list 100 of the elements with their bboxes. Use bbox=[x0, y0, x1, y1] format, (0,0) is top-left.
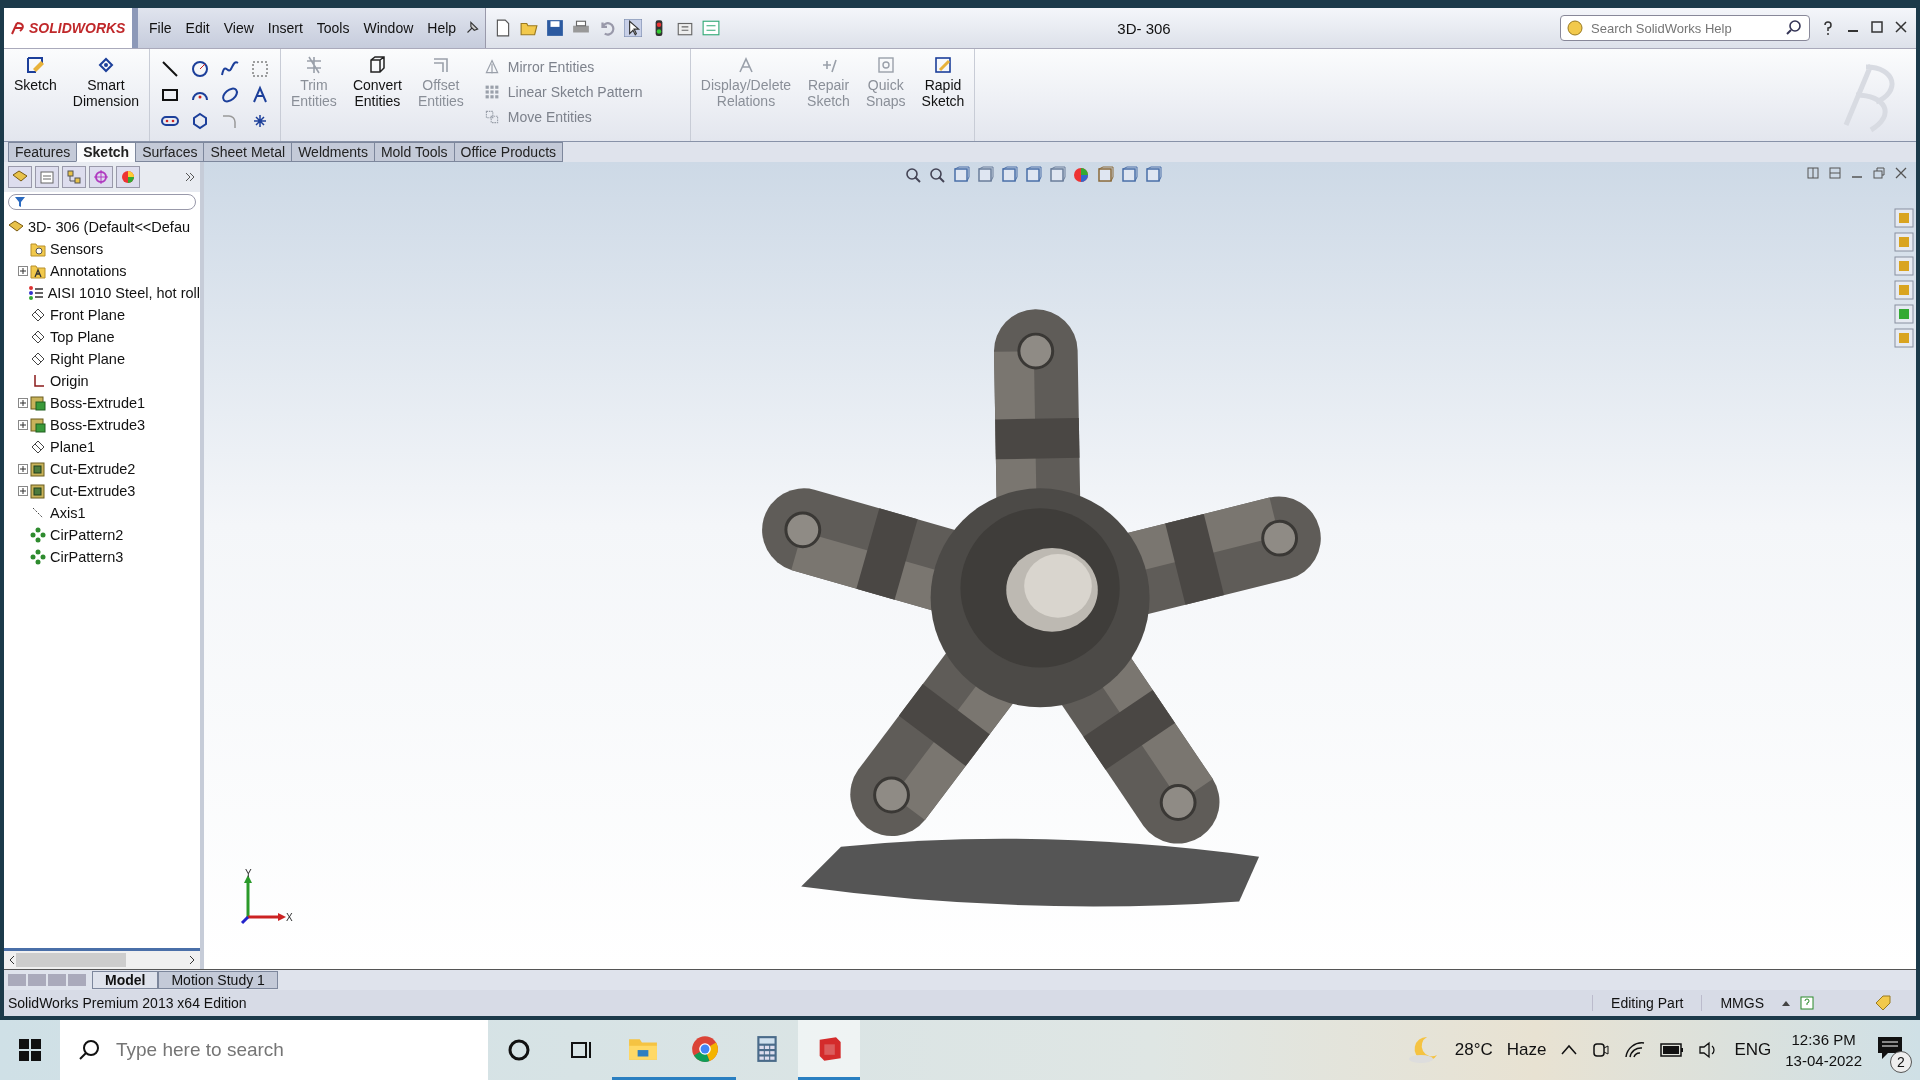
target-tab-icon[interactable] bbox=[89, 166, 113, 188]
hide-show-icon[interactable] bbox=[1048, 166, 1066, 184]
dimension-tool-button[interactable]: Smart Dimension bbox=[66, 53, 145, 111]
move-icon bbox=[483, 109, 500, 125]
taskbar-search-field[interactable]: Type here to search bbox=[114, 1038, 488, 1062]
select-pointer-icon[interactable] bbox=[624, 19, 643, 37]
tree-root[interactable]: 3D- 306 (Default<<Defau bbox=[28, 219, 190, 235]
ribbon-tab[interactable]: Sketch bbox=[76, 142, 137, 162]
scroll-right-icon[interactable] bbox=[188, 955, 196, 965]
menu-item[interactable]: Edit bbox=[178, 20, 217, 36]
tile-horizontal-icon[interactable] bbox=[1806, 166, 1820, 180]
taskbar-search-box[interactable]: Type here to search bbox=[60, 1020, 488, 1080]
windows-start-icon[interactable] bbox=[19, 1039, 41, 1061]
expand-plus-icon[interactable] bbox=[18, 486, 28, 496]
ribbon-tab[interactable]: Features bbox=[8, 142, 78, 162]
save-icon[interactable] bbox=[546, 19, 565, 37]
circle-tool-icon[interactable] bbox=[189, 59, 210, 79]
task-view-icon[interactable] bbox=[569, 1039, 593, 1061]
window-title: 3D- 306 bbox=[1116, 19, 1172, 37]
plane-icon bbox=[30, 307, 46, 323]
property-tab-icon[interactable] bbox=[35, 166, 59, 188]
tree-item[interactable]: AISI 1010 Steel, hot roll bbox=[47, 285, 200, 301]
cortana-circle-icon[interactable] bbox=[508, 1039, 530, 1061]
tree-item[interactable]: Cut-Extrude2 bbox=[50, 461, 136, 477]
maximize-icon[interactable] bbox=[1870, 20, 1884, 34]
menu-item[interactable]: View bbox=[216, 20, 261, 36]
tree-item[interactable]: Boss-Extrude1 bbox=[50, 395, 146, 411]
expand-chevron-icon[interactable] bbox=[184, 171, 196, 183]
tree-item[interactable]: Sensors bbox=[50, 241, 104, 257]
menu-item[interactable]: Help bbox=[420, 20, 464, 36]
caret-up-icon[interactable] bbox=[1782, 1000, 1790, 1006]
tree-item[interactable]: Cut-Extrude3 bbox=[50, 483, 136, 499]
display-tab-icon[interactable] bbox=[116, 166, 140, 188]
configuration-tab-icon[interactable] bbox=[62, 166, 86, 188]
view-orientation-icon[interactable] bbox=[1000, 166, 1018, 184]
chevron-up-icon[interactable] bbox=[1560, 1044, 1579, 1056]
close-icon[interactable] bbox=[1894, 20, 1908, 34]
mirror-icon bbox=[483, 59, 500, 75]
tag-icon[interactable] bbox=[1874, 994, 1892, 1012]
zoom-fit-icon[interactable] bbox=[904, 166, 922, 184]
zoom-area-icon[interactable] bbox=[928, 166, 946, 184]
tree-item[interactable]: Annotations bbox=[50, 263, 127, 279]
tree-item[interactable]: Axis1 bbox=[50, 505, 86, 521]
wifi-icon[interactable] bbox=[1624, 1041, 1647, 1059]
tile-vertical-icon[interactable] bbox=[1828, 166, 1842, 180]
annotation-folder-icon bbox=[30, 263, 46, 279]
filter-icon bbox=[15, 197, 25, 207]
previous-view-icon[interactable] bbox=[952, 166, 970, 184]
tree-item[interactable]: CirPattern2 bbox=[50, 527, 124, 543]
sketch-tool-button[interactable]: Sketch bbox=[8, 53, 63, 95]
help-status-icon[interactable] bbox=[1800, 996, 1814, 1010]
camera-icon[interactable] bbox=[1592, 1040, 1611, 1060]
tree-item[interactable]: Origin bbox=[50, 373, 89, 389]
ribbon-tab[interactable]: Weldments bbox=[291, 142, 375, 162]
ribbon-tab[interactable]: Surfaces bbox=[135, 142, 205, 162]
search-icon[interactable] bbox=[1785, 19, 1803, 37]
close-icon[interactable] bbox=[1894, 166, 1908, 180]
tree-item[interactable]: Right Plane bbox=[50, 351, 125, 367]
battery-icon[interactable] bbox=[1660, 1043, 1685, 1057]
model-tab[interactable]: Motion Study 1 bbox=[158, 971, 278, 989]
tree-item[interactable]: Top Plane bbox=[50, 329, 115, 345]
triad-view-icon[interactable] bbox=[1144, 166, 1162, 184]
help-search-box[interactable]: Search SolidWorks Help bbox=[1560, 15, 1810, 41]
expand-plus-icon[interactable] bbox=[18, 464, 28, 474]
expand-plus-icon[interactable] bbox=[18, 398, 28, 408]
tree-item[interactable]: CirPattern3 bbox=[50, 549, 124, 565]
scene-icon[interactable] bbox=[1096, 166, 1114, 184]
language-indicator[interactable]: ENG bbox=[1734, 1040, 1772, 1060]
line-tool-icon[interactable] bbox=[159, 59, 180, 79]
rapid-tool-button[interactable]: Rapid Sketch bbox=[915, 53, 971, 111]
tree-item[interactable]: Boss-Extrude3 bbox=[50, 417, 146, 433]
search-icon[interactable] bbox=[78, 1039, 100, 1061]
restore-icon[interactable] bbox=[1872, 166, 1886, 180]
ellipse-tool-icon[interactable] bbox=[219, 85, 240, 105]
convert-tool-button[interactable]: Convert Entities bbox=[346, 53, 408, 111]
expand-plus-icon[interactable] bbox=[18, 266, 28, 276]
units-selector[interactable]: MMGS bbox=[1701, 995, 1782, 1011]
appearance-icon[interactable] bbox=[1072, 166, 1090, 184]
grid-tool-icon[interactable] bbox=[249, 59, 270, 79]
ribbon-tab[interactable]: Sheet Metal bbox=[203, 142, 293, 162]
view-settings-icon[interactable] bbox=[1120, 166, 1138, 184]
display-style-icon[interactable] bbox=[1024, 166, 1042, 184]
feature-tree-tab-icon[interactable] bbox=[8, 166, 32, 188]
model-tab[interactable]: Model bbox=[92, 971, 159, 989]
menu-item[interactable]: File bbox=[142, 20, 179, 36]
tree-item[interactable]: Front Plane bbox=[50, 307, 125, 323]
menu-item[interactable]: Insert bbox=[260, 20, 310, 36]
section-view-icon[interactable] bbox=[976, 166, 994, 184]
tree-item[interactable]: Plane1 bbox=[50, 439, 96, 455]
convert-icon bbox=[367, 55, 388, 75]
ribbon-tab[interactable]: Office Products bbox=[453, 142, 564, 162]
scrollbar-thumb[interactable] bbox=[16, 953, 126, 967]
horizontal-scrollbar[interactable] bbox=[4, 951, 200, 969]
menu-item[interactable]: Window bbox=[356, 20, 421, 36]
menu-item[interactable]: Tools bbox=[309, 20, 357, 36]
scroll-left-icon[interactable] bbox=[8, 955, 16, 965]
expand-plus-icon[interactable] bbox=[18, 420, 28, 430]
ribbon-tab[interactable]: Mold Tools bbox=[373, 142, 455, 162]
browser-icon[interactable] bbox=[690, 1034, 720, 1063]
clock[interactable]: 12:36 PM 13-04-2022 bbox=[1785, 1031, 1862, 1069]
